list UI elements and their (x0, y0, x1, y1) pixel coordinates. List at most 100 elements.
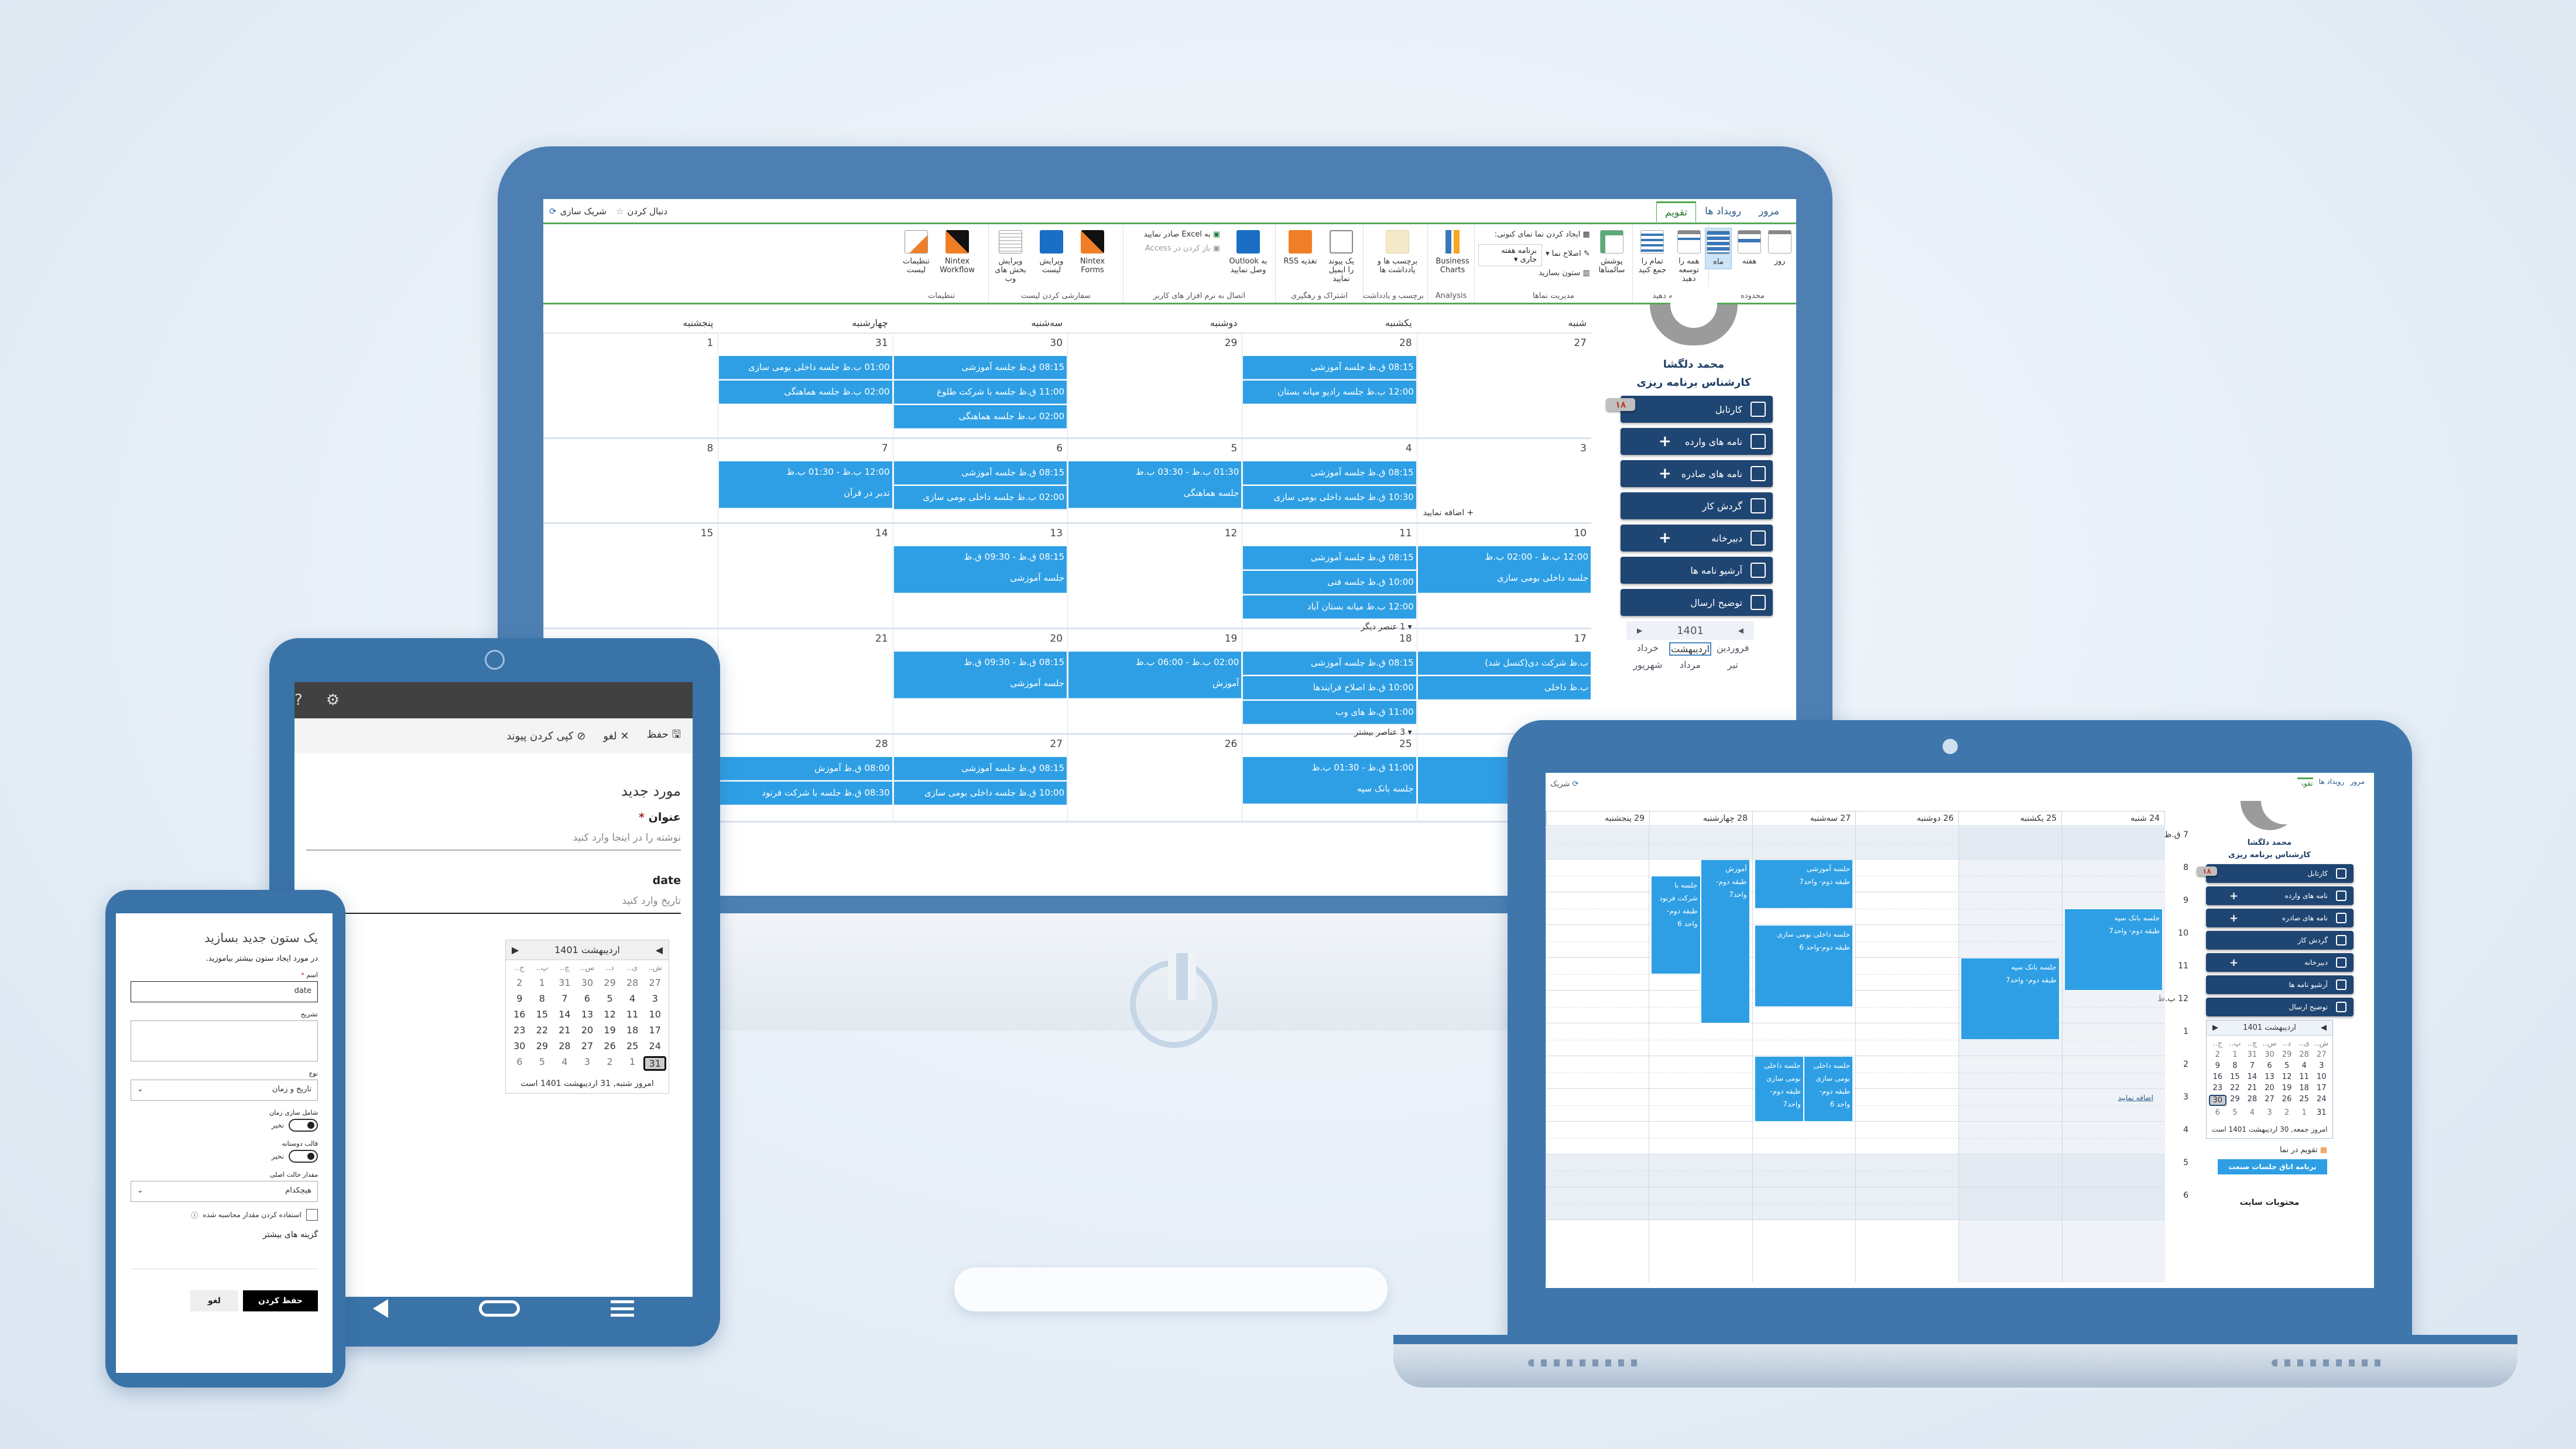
day-cell[interactable]: 17 ب.ظ شرکت دی(کنسل شد) ب.ظ داخلی (1416, 629, 1591, 733)
date-cell[interactable]: 1 (2226, 1050, 2244, 1059)
day-view-button[interactable]: روز (1767, 228, 1793, 268)
calendar-event[interactable]: 01:00 ب.ظ جلسه داخلی بومی سازی (719, 356, 892, 379)
date-cell[interactable]: 21 (2243, 1084, 2261, 1092)
date-cell[interactable]: 18 (2296, 1084, 2313, 1092)
gear-icon[interactable]: ⚙ (326, 691, 340, 709)
calendar-in-view-link[interactable]: ▦ تقویم در نما (2165, 1146, 2374, 1155)
date-cell[interactable]: 6 (2261, 1061, 2279, 1070)
date-cell[interactable]: 9 (2209, 1061, 2226, 1070)
expand-all-button[interactable]: همه را توسعه دهید (1673, 228, 1705, 286)
date-cell[interactable]: 31 (2243, 1050, 2261, 1059)
tab-1[interactable]: رویداد ها (1696, 201, 1750, 222)
date-cell[interactable]: 22 (2226, 1084, 2244, 1092)
date-cell[interactable]: 29 (2278, 1050, 2296, 1059)
calendar-event[interactable]: ب.ظ داخلی (1417, 676, 1591, 700)
date-cell[interactable]: 30 (576, 977, 599, 988)
date-cell[interactable]: 2 (2278, 1108, 2296, 1117)
date-cell[interactable]: 18 (621, 1025, 644, 1036)
date-cell[interactable]: 8 (2226, 1061, 2244, 1070)
day-cell[interactable]: 21 (718, 629, 892, 733)
calendar-event[interactable]: 10:00 ق.ظ جلسه فنی (1243, 571, 1416, 594)
date-cell[interactable]: 31 (2313, 1108, 2330, 1117)
date-cell[interactable]: 6 (576, 993, 599, 1004)
business-charts-button[interactable]: Business Charts (1434, 228, 1471, 277)
save-button[interactable]: حفظ کردن (242, 1290, 318, 1311)
open-access-button[interactable]: ▣ باز کردن در Access (1144, 242, 1220, 256)
day-cell[interactable]: 28 08:00 ق.ظ آموزش 08:30 ق.ظ جلسه با شرکت … (718, 735, 892, 821)
date-cell[interactable]: 4 (621, 993, 644, 1004)
date-cell[interactable]: 19 (598, 1025, 621, 1036)
date-cell[interactable]: 2 (598, 1056, 621, 1071)
calendar-event[interactable]: 08:15 ق.ظ جلسه آموزشی (1243, 461, 1416, 485)
cancel-button[interactable]: لغو (190, 1290, 238, 1311)
calendar-event[interactable]: 08:15 ق.ظ جلسه آموزشی (893, 461, 1067, 485)
calendar-event[interactable]: 08:15 ق.ظ جلسه آموزشی (1243, 356, 1416, 379)
day-cell[interactable]: 8 (543, 439, 718, 522)
copy-link-button[interactable]: ⊘ کپی کردن پیوند (506, 730, 585, 742)
date-cell[interactable]: 3 (2313, 1061, 2330, 1070)
date-cell[interactable]: 13 (576, 1009, 599, 1020)
date-cell[interactable]: 30 (2209, 1095, 2226, 1106)
day-cell[interactable]: 30 08:15 ق.ظ جلسه آموزشی 11:00 ق.ظ جلسه با… (892, 334, 1067, 437)
calendar-event[interactable]: جلسه بانک سپه طبقه دوم- واحد7 (2064, 909, 2163, 991)
calendar-overlay-button[interactable]: پوشش سالمناها (1595, 228, 1629, 277)
day-cell[interactable]: 18 08:15 ق.ظ جلسه آموزشی 10:00 ق.ظ اصلاح ف… (1242, 629, 1416, 737)
tab-0[interactable]: مرور (1750, 201, 1788, 222)
prev-year-button[interactable]: ▶ (1637, 626, 1642, 635)
day-cell[interactable]: 19 02:00 ب.ظ - 06:00 ب.ظ آموزش (1067, 629, 1242, 733)
date-cell[interactable]: 5 (2278, 1061, 2296, 1070)
sidebar-item-2[interactable]: نامه های صادره + (1621, 460, 1773, 487)
plus-icon[interactable]: + (1659, 465, 1671, 482)
calendar-event[interactable]: 10:30 ق.ظ جلسه داخلی بومی سازی (1243, 486, 1416, 509)
date-cell[interactable]: 31 (553, 977, 576, 988)
sidebar-item-3[interactable]: گردش کار (1621, 492, 1773, 519)
plus-icon[interactable]: + (2229, 890, 2238, 902)
sidebar-item-2[interactable]: نامه های صادره + (2206, 909, 2354, 927)
date-cell[interactable]: 3 (576, 1056, 599, 1071)
date-cell[interactable]: 26 (2278, 1095, 2296, 1106)
calendar-event[interactable]: 08:15 ق.ظ - 09:30 ق.ظ جلسه آموزشی (893, 652, 1067, 698)
date-cell[interactable]: 17 (2313, 1084, 2330, 1092)
default-value-select[interactable]: هیچکدام ⌄ (131, 1181, 318, 1202)
calendar-event[interactable]: جلسه با شرکت فرنود طبقه دوم- واحد 6 (1651, 876, 1701, 974)
calendar-event[interactable]: 12:00 ب.ظ میانه بستان آباد (1243, 595, 1416, 619)
day-cell[interactable]: 1 (543, 334, 718, 437)
calendar-event[interactable]: 11:00 ق.ظ جلسه با شرکت طلوع (893, 381, 1067, 404)
back-icon[interactable] (373, 1299, 389, 1318)
month-option[interactable]: اردیبهشت (1669, 642, 1712, 656)
add-event-link[interactable]: اضافه نمایید (2118, 1094, 2153, 1102)
date-cell[interactable]: 6 (2209, 1108, 2226, 1117)
date-cell[interactable]: 14 (2243, 1073, 2261, 1081)
collapse-all-button[interactable]: تمام را جمع کنید (1636, 228, 1669, 277)
sidebar-item-6[interactable]: توضیح ارسال (2206, 998, 2354, 1016)
calendar-event[interactable]: جلسه داخلی بومی سازی طبقه دوم-واحد 6 (1754, 925, 1853, 1007)
share-link[interactable]: شریک سازی (560, 206, 607, 217)
week-view-button[interactable]: هفته (1736, 228, 1762, 268)
connect-outlook-button[interactable]: به Outlook وصل نمایید (1225, 228, 1272, 277)
add-event-link[interactable]: + اضافه نمایید (1423, 508, 1474, 518)
date-cell[interactable]: 31 (643, 1056, 666, 1071)
sidebar-item-5[interactable]: آرشیو نامه ها (1621, 557, 1773, 584)
month-option[interactable]: فروردین (1711, 642, 1754, 656)
date-cell[interactable]: 21 (553, 1025, 576, 1036)
date-cell[interactable]: 4 (2243, 1108, 2261, 1117)
day-cell[interactable]: 31 01:00 ب.ظ جلسه داخلی بومی سازی 02:00 ب.… (718, 334, 892, 437)
day-cell[interactable]: 10 12:00 ب.ظ - 02:00 ب.ظ جلسه داخلی بومی س… (1416, 524, 1591, 628)
info-icon[interactable]: ⓘ (191, 1210, 198, 1220)
date-cell[interactable]: 29 (2226, 1095, 2244, 1106)
calendar-event[interactable]: 08:30 ق.ظ جلسه با شرکت فرنود (719, 782, 892, 805)
sidebar-item-0[interactable]: کارتابل ۱۸ (1606, 396, 1773, 423)
month-option[interactable]: شهریور (1626, 659, 1669, 670)
sidebar-item-1[interactable]: نامه های وارده + (2206, 886, 2354, 905)
date-cell[interactable]: 10 (643, 1009, 666, 1020)
date-cell[interactable]: 2 (508, 977, 531, 988)
date-cell[interactable]: 3 (2261, 1108, 2279, 1117)
date-cell[interactable]: 25 (621, 1040, 644, 1051)
calendar-event[interactable]: 08:15 ق.ظ - 09:30 ق.ظ جلسه آموزشی (893, 546, 1067, 593)
calendar-event[interactable]: جلسه بانک سپه طبقه دوم- واحد7 (1961, 958, 2060, 1040)
calendar-event[interactable]: ب.ظ شرکت دی(کنسل شد) (1417, 652, 1591, 675)
calendar-event[interactable]: 08:15 ق.ظ جلسه آموزشی (1243, 652, 1416, 675)
calendar-event[interactable]: جلسه آموزشی طبقه دوم- واحد7 (1754, 859, 1853, 909)
calendar-event[interactable]: 11:00 ق.ظ های وب (1243, 701, 1416, 724)
title-input[interactable]: نوشته را در اینجا وارد کنید (306, 832, 681, 851)
